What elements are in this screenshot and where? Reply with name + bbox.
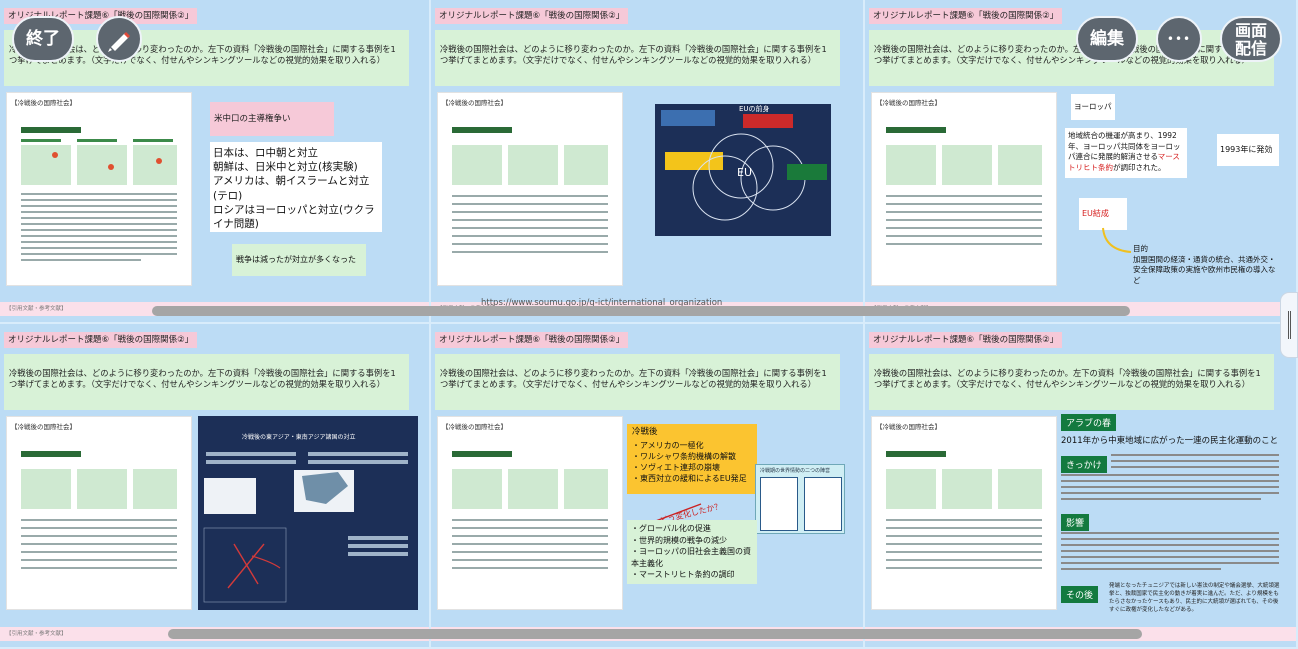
slide-4[interactable]: オリジナルレポート課題⑥「戦後の国際関係②」 冷戦後の国際社会は、どのように移り… [0,324,431,649]
end-button[interactable]: 終了 [12,16,74,62]
diagram-title: 冷戦期の世界情勢の二つの陣営 [760,468,831,474]
document-thumbnail [21,451,177,569]
more-options-button[interactable]: ••• [1156,16,1202,62]
slide-title: オリジナルレポート課題⑥「戦後の国際関係②」 [869,332,1063,348]
grip-icon [1288,311,1291,339]
cold-war-camps-diagram[interactable]: 冷戦期の世界情勢の二つの陣営 [755,464,845,534]
document-label: 【冷戦後の国際社会】 [442,423,507,431]
slide-grid: オリジナルレポート課題⑥「戦後の国際関係②」 冷戦後の国際社会は、どのように移り… [0,0,1298,649]
purpose-block[interactable]: 目的 加盟国間の経済・通貨の統合、共通外交・安全保障政策の実施や欧州市民権の導入… [1133,244,1277,286]
topic-sticky[interactable]: 米中口の主導権争い [210,102,334,136]
document-thumbnail [452,127,608,253]
aftermath-tag[interactable]: その後 [1061,586,1099,603]
slide-title: オリジナルレポート課題⑥「戦後の国際関係②」 [4,332,198,348]
document-label: 【冷戦後の国際社会】 [442,99,507,107]
purpose-text: 加盟国間の経済・通貨の統合、共通外交・安全保障政策の実施や欧州市民権の導入など [1133,254,1276,285]
slide-prompt: 冷戦後の国際社会は、どのように移り変わったのか。左下の資料「冷戦後の国際社会」に… [4,354,409,410]
east-asia-map-panel[interactable]: 冷戦後の東アジア・東南アジア諸国の対立 [198,416,418,610]
arab-spring-tag[interactable]: アラブの春 [1061,414,1117,431]
note-text-post: が調印された。 [1113,162,1166,172]
eu-venn-diagram[interactable]: EUの前身 EU [655,104,831,236]
document-label: 【冷戦後の国際社会】 [11,99,76,107]
connector-arrow [1102,227,1132,253]
pen-tool-button[interactable] [96,16,142,62]
screen-share-button[interactable]: 画面 配信 [1220,16,1282,62]
diagram-title: EUの前身 [739,105,770,113]
post-cold-war-sticky[interactable]: 冷戦後 ・アメリカの一極化 ・ワルシャワ条約機構の解散 ・ソヴィエト連邦の崩壊 … [627,424,757,494]
sticky-item: ・ワルシャワ条約機構の解散 [632,452,736,461]
pen-icon [108,31,131,52]
venn-center-label: EU [737,166,753,179]
effective-sticky[interactable]: 1993年に発効 [1217,134,1279,166]
map-title: 冷戦後の東アジア・東南アジア諸国の対立 [242,434,356,441]
slide-prompt: 冷戦後の国際社会は、どのように移り変わったのか。左下の資料「冷戦後の国際社会」に… [869,354,1274,410]
document-thumbnail [886,127,1042,245]
slide-5[interactable]: オリジナルレポート課題⑥「戦後の国際関係②」 冷戦後の国際社会は、どのように移り… [431,324,865,649]
scrollbar-top[interactable] [152,306,1130,316]
document-label: 【冷戦後の国際社会】 [876,99,941,107]
slide-6[interactable]: オリジナルレポート課題⑥「戦後の国際関係②」 冷戦後の国際社会は、どのように移り… [865,324,1298,649]
slide-prompt: 冷戦後の国際社会は、どのように移り変わったのか。左下の資料「冷戦後の国際社会」に… [435,30,840,86]
document-label: 【冷戦後の国際社会】 [876,423,941,431]
western-camp-box [760,477,798,531]
sticky-item: ・ソヴィエト連邦の崩壊 [632,463,720,472]
edit-button[interactable]: 編集 [1076,16,1138,62]
impact-text-lines [1061,532,1279,570]
slide-prompt: 冷戦後の国際社会は、どのように移り変わったのか。左下の資料「冷戦後の国際社会」に… [435,354,840,410]
reference-document: 【冷戦後の国際社会】 [6,92,192,286]
document-thumbnail [452,451,608,569]
sticky-item: ・東西対立の緩和によるEU発足 [632,474,747,483]
reference-document: 【冷戦後の国際社会】 [871,92,1057,286]
impact-tag[interactable]: 影響 [1061,514,1090,531]
sticky-item: ・グローバル化の促進 [631,524,711,533]
slide-title: オリジナルレポート課題⑥「戦後の国際関係②」 [435,332,629,348]
sticky-item: ・ヨーロッパの旧社会主義国の資本主義化 [631,547,751,568]
conclusion-sticky[interactable]: 戦争は減ったが対立が多くなった [232,244,366,276]
sticky-item: ・マーストリヒト条約の調印 [631,570,735,579]
eastern-camp-box [804,477,842,531]
body-text-box[interactable]: 日本は、ロ中朝と対立 朝鮮は、日米中と対立(核実験) アメリカは、朝イスラームと… [210,142,382,232]
region-sticky[interactable]: ヨーロッパ [1071,94,1115,120]
sticky-item: ・アメリカの一極化 [632,441,704,450]
slide-title: オリジナルレポート課題⑥「戦後の国際関係②」 [869,8,1063,24]
arab-spring-desc[interactable]: 2011年から中東地域に広がった一連の民主化運動のこと [1061,434,1281,446]
slide-prompt: 冷戦後の国際社会は、どのように移り変わったのか。左下の資料「冷戦後の国際社会」に… [869,30,1274,86]
document-thumbnail [886,451,1042,569]
sticky-item: ・世界的規模の戦争の減少 [631,535,727,545]
event-note[interactable]: 地域統合の機運が高まり、1992年、ヨーロッパ共同体をヨーロッパ連合に発展的解消… [1065,128,1187,178]
aftermath-text[interactable]: 発端となったチュニジアでは新しい憲法の制定や議会選挙、大統領選挙と、独裁国家で民… [1109,582,1281,614]
purpose-label: 目的 [1133,244,1148,253]
reference-document: 【冷戦後の国際社会】 [871,416,1057,610]
scrollbar-bottom[interactable] [168,629,1142,639]
slide-title: オリジナルレポート課題⑥「戦後の国際関係②」 [435,8,629,24]
reference-document: 【冷戦後の国際社会】 [437,416,623,610]
reference-document: 【冷戦後の国際社会】 [6,416,192,610]
map-graphic [203,452,408,603]
trigger-text-block[interactable] [1061,452,1281,512]
side-panel-handle[interactable] [1280,292,1298,358]
document-label: 【冷戦後の国際社会】 [11,423,76,431]
document-thumbnail [19,125,179,275]
sticky-heading: 冷戦後 [632,427,658,437]
slide-2[interactable]: オリジナルレポート課題⑥「戦後の国際関係②」 冷戦後の国際社会は、どのように移り… [431,0,865,324]
trigger-text-lines [1061,454,1279,500]
reference-document: 【冷戦後の国際社会】 [437,92,623,286]
changes-sticky[interactable]: ・グローバル化の促進 ・世界的規模の戦争の減少 ・ヨーロッパの旧社会主義国の資本… [627,520,757,584]
